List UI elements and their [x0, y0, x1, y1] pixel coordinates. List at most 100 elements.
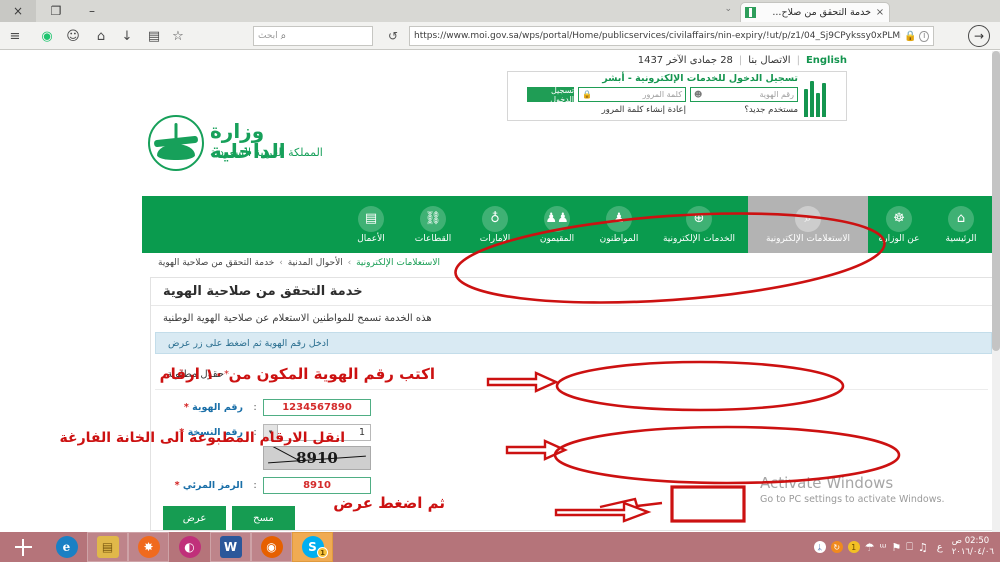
reset-password-link[interactable]: إعادة إنشاء كلمة المرور: [602, 105, 686, 115]
required-star: *: [183, 401, 189, 413]
id-number-label-text: رقم الهوية: [192, 401, 243, 413]
copy-number-value: 1: [358, 426, 365, 438]
emblem-icon: ☸: [886, 205, 912, 232]
nav-item-emirates[interactable]: ♁ الإمارات: [464, 196, 526, 253]
tab-close-icon[interactable]: ×: [875, 7, 885, 18]
sync-icon[interactable]: ↻: [830, 541, 843, 553]
home-icon: ⌂: [948, 205, 974, 232]
utility-separator-1: |: [796, 55, 800, 66]
required-star: *: [179, 426, 185, 438]
taskbar-skype[interactable]: S 1: [292, 532, 333, 562]
info-icon[interactable]: i: [919, 30, 929, 42]
nav-label: الإمارات: [479, 233, 511, 244]
copy-number-label-text: رقم النسخة: [187, 426, 243, 438]
person-icon: ♟: [606, 205, 632, 232]
battery-icon[interactable]: ⎕: [906, 540, 913, 554]
shield-icon[interactable]: ◉: [36, 26, 58, 46]
ministry-logo: وزارة الداخلية المملكة العربية السعودية: [137, 113, 342, 175]
taskbar-word[interactable]: W: [210, 532, 251, 562]
bookmark-star-icon[interactable]: ☆: [167, 26, 189, 46]
flag-icon[interactable]: ⚑: [891, 541, 901, 554]
english-language-link[interactable]: English: [806, 55, 847, 66]
window-minimize-button[interactable]: –: [74, 0, 110, 22]
volume-icon[interactable]: ♫: [918, 541, 928, 554]
people-icon: ♟♟: [544, 205, 570, 232]
umbrella-icon[interactable]: ☂: [865, 541, 875, 554]
home-icon[interactable]: ⌂: [90, 26, 112, 46]
page-viewport: English | الاتصال بنا | 28 جمادى الآخر 1…: [0, 51, 992, 532]
taskbar-maxthon[interactable]: ◐: [169, 532, 210, 562]
reload-button[interactable]: ↺: [382, 26, 404, 46]
nav-label: الاستعلامات الإلكترونية: [766, 233, 850, 244]
login-id-placeholder: رقم الهوية: [759, 90, 794, 99]
submit-button[interactable]: عرض: [163, 506, 226, 530]
required-fields-label: حقول مطلوبة: [167, 369, 225, 380]
id-number-input[interactable]: 1234567890: [263, 398, 371, 416]
taskbar-avast[interactable]: ✸: [128, 532, 169, 562]
breadcrumb-root[interactable]: الاستعلامات الإلكترونية: [356, 258, 440, 268]
breadcrumb-separator-1: ›: [347, 258, 352, 268]
scrollbar-thumb[interactable]: [992, 51, 1000, 351]
nav-item-e-services[interactable]: ⊕ الخدمات الإلكترونية: [650, 196, 748, 253]
nav-item-citizens[interactable]: ♟ المواطنون: [588, 196, 650, 253]
taskbar-file-explorer[interactable]: ▤: [87, 532, 128, 562]
browser-tab[interactable]: × خدمة التحقق من صلاح...: [740, 2, 890, 22]
internet-explorer-icon: e: [55, 536, 78, 558]
nav-item-sectors[interactable]: ⛓ القطاعات: [402, 196, 464, 253]
login-id-input[interactable]: رقم الهوية ☻: [690, 87, 798, 102]
address-bar[interactable]: https://www.moi.gov.sa/wps/portal/Home/p…: [409, 26, 934, 46]
new-user-link[interactable]: مستخدم جديد؟: [744, 105, 798, 115]
nav-label: المواطنون: [599, 233, 639, 244]
lock-icon: 🔒: [903, 30, 917, 42]
network-icon: ⛓: [420, 205, 446, 232]
windows-taskbar: e ▤ ✸ ◐ W ◉ S 1 ᛦ ↻ 1 ☂ ᵚ ⚑ ⎕ ♫ ع 02:50 …: [0, 532, 1000, 562]
taskbar-firefox[interactable]: ◉: [251, 532, 292, 562]
saudi-flag-favicon: [745, 7, 756, 18]
list-all-tabs-icon[interactable]: ⌄: [724, 4, 732, 14]
search-placeholder: ابحث: [258, 31, 278, 41]
network-signal-icon[interactable]: ᵚ: [880, 541, 887, 554]
colon: :: [253, 426, 257, 438]
search-input[interactable]: ⌕ ابحث: [253, 26, 373, 46]
chevron-down-icon[interactable]: ▾: [264, 424, 278, 440]
copy-number-select[interactable]: ▾ 1: [263, 423, 371, 441]
nav-item-residents[interactable]: ♟♟ المقيمون: [526, 196, 588, 253]
clear-button[interactable]: مسح: [232, 506, 295, 530]
language-indicator[interactable]: ع: [933, 542, 947, 553]
page-title: خدمة التحقق من صلاحية الهوية: [151, 278, 992, 306]
microsoft-word-icon: W: [219, 536, 242, 558]
id-number-label: رقم الهوية *: [163, 402, 247, 413]
utility-strip: English | الاتصال بنا | 28 جمادى الآخر 1…: [638, 55, 847, 66]
download-icon[interactable]: ↓: [116, 26, 138, 46]
taskbar-internet-explorer[interactable]: e: [46, 532, 87, 562]
copy-number-label: رقم النسخة *: [163, 427, 247, 438]
nav-item-about-ministry[interactable]: ☸ عن الوزارة: [868, 196, 930, 253]
absher-barcode-logo: [804, 75, 842, 117]
notification-icon[interactable]: 1: [847, 541, 860, 553]
user-icon: ☻: [694, 90, 703, 99]
activate-windows-watermark: Activate Windows Go to PC settings to ac…: [760, 474, 980, 505]
nav-item-business[interactable]: ▤ الأعمال: [340, 196, 402, 253]
avast-antivirus-icon: ✸: [137, 536, 160, 558]
window-maximize-button[interactable]: ❐: [38, 0, 74, 22]
page-scrollbar[interactable]: [992, 51, 1000, 532]
firefox-icon: ◉: [260, 536, 283, 558]
clock[interactable]: 02:50 ص ٢٠١٦/٠٤/٠٦: [952, 536, 996, 558]
nav-item-e-inquiries[interactable]: ⌕ الاستعلامات الإلكترونية: [748, 196, 868, 253]
nav-item-home[interactable]: ⌂ الرئيسية: [930, 196, 992, 253]
start-button[interactable]: [0, 532, 46, 562]
bluetooth-icon[interactable]: ᛦ: [813, 541, 826, 553]
contact-us-link[interactable]: الاتصال بنا: [748, 55, 790, 66]
login-password-input[interactable]: كلمة المرور 🔒: [578, 87, 686, 102]
form-row-id: رقم الهوية * : 1234567890: [151, 396, 992, 418]
library-icon[interactable]: ▤: [143, 26, 165, 46]
form-row-copy: رقم النسخة * : ▾ 1: [151, 421, 992, 443]
go-button[interactable]: →: [968, 25, 990, 47]
captcha-input[interactable]: 8910: [263, 476, 371, 494]
window-close-button[interactable]: ×: [0, 0, 36, 22]
nav-label: القطاعات: [414, 233, 452, 244]
smiley-icon[interactable]: ☺: [62, 26, 84, 46]
main-navigation: ⌂ الرئيسية ☸ عن الوزارة ⌕ الاستعلامات ال…: [142, 196, 992, 253]
login-submit-button[interactable]: تسجيل الدخول: [527, 86, 574, 104]
breadcrumb-mid[interactable]: الأحوال المدنية: [288, 258, 343, 268]
